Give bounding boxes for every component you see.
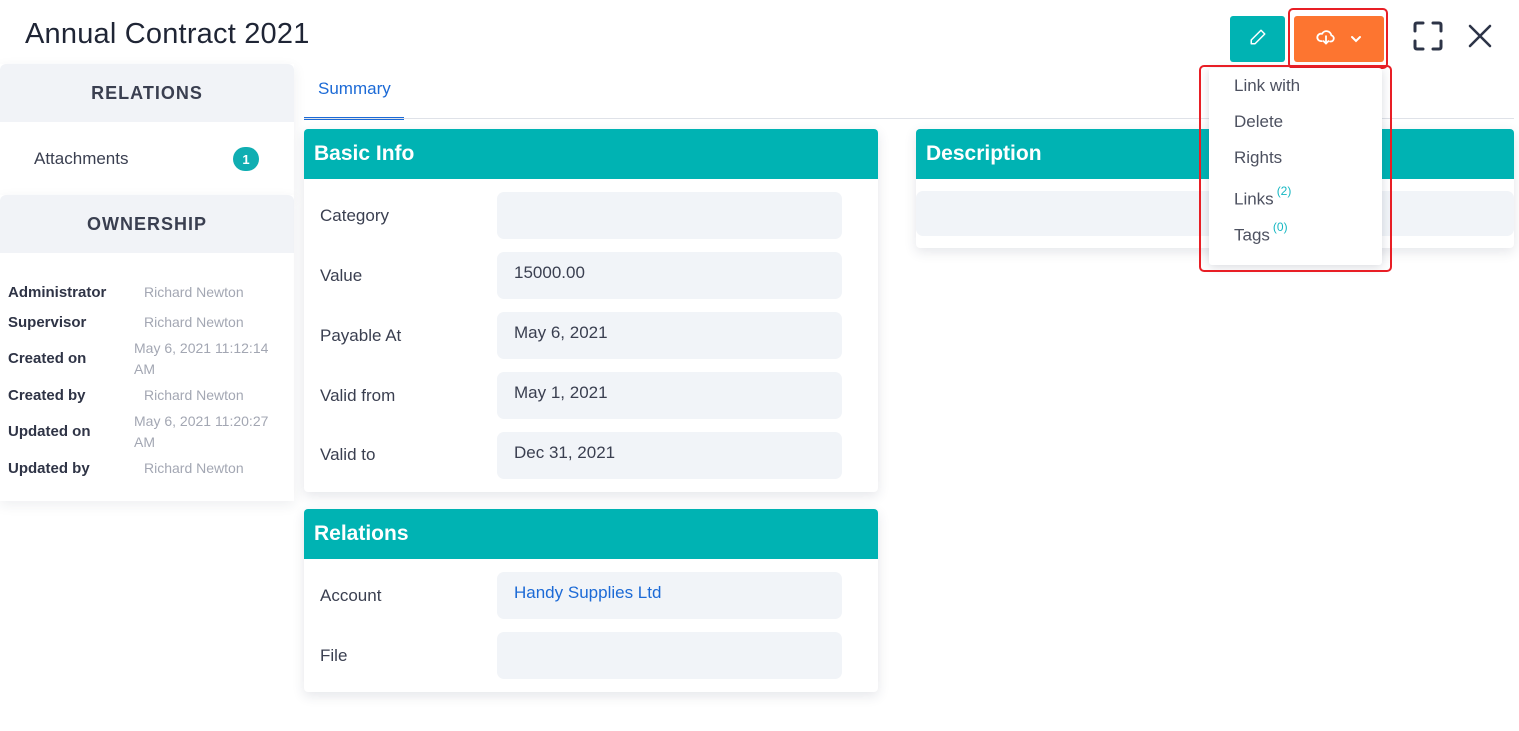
menu-item-label: Link with bbox=[1234, 76, 1301, 95]
actions-dropdown-button[interactable] bbox=[1294, 16, 1384, 62]
relations-card: Relations Account Handy Supplies Ltd Fil… bbox=[304, 509, 878, 692]
attachments-label: Attachments bbox=[34, 148, 129, 168]
chevron-down-icon bbox=[1350, 30, 1362, 48]
valid-to-value[interactable]: Dec 31, 2021 bbox=[497, 432, 842, 479]
field-label: Category bbox=[320, 206, 389, 225]
category-value[interactable] bbox=[497, 192, 842, 239]
ownership-key: Supervisor bbox=[8, 313, 87, 331]
ownership-row: Updated on May 6, 2021 11:20:27 AM bbox=[8, 410, 294, 453]
ownership-key: Updated by bbox=[8, 459, 90, 477]
field-label: Valid to bbox=[320, 445, 376, 464]
sidebar: RELATIONS Attachments 1 OWNERSHIP Admini… bbox=[0, 64, 294, 501]
ownership-row: Administrator Richard Newton bbox=[8, 277, 294, 307]
field-value: Value 15000.00 bbox=[304, 239, 878, 299]
ownership-row: Supervisor Richard Newton bbox=[8, 307, 294, 337]
field-label: File bbox=[320, 646, 348, 665]
menu-item-label: Links bbox=[1234, 189, 1274, 209]
ownership-row: Created by Richard Newton bbox=[8, 380, 294, 410]
ownership-row: Created on May 6, 2021 11:12:14 AM bbox=[8, 337, 294, 380]
file-value[interactable] bbox=[497, 632, 842, 679]
relations-heading: RELATIONS bbox=[0, 64, 294, 122]
ownership-value: Richard Newton bbox=[144, 386, 244, 403]
ownership-key: Updated on bbox=[8, 423, 91, 440]
ownership-key: Created on bbox=[8, 350, 87, 367]
ownership-value: Richard Newton bbox=[144, 459, 244, 476]
fullscreen-button[interactable] bbox=[1410, 20, 1446, 56]
ownership-panel: OWNERSHIP Administrator Richard Newton S… bbox=[0, 195, 294, 501]
account-link[interactable]: Handy Supplies Ltd bbox=[497, 572, 842, 619]
field-valid-from: Valid from May 1, 2021 bbox=[304, 359, 878, 419]
payable-at-value[interactable]: May 6, 2021 bbox=[497, 312, 842, 359]
menu-item-rights[interactable]: Rights bbox=[1209, 146, 1382, 182]
ownership-key: Created by bbox=[8, 386, 86, 404]
ownership-value: May 6, 2021 11:12:14 AM bbox=[134, 339, 269, 377]
field-category: Category bbox=[304, 179, 878, 239]
field-valid-to: Valid to Dec 31, 2021 bbox=[304, 419, 878, 479]
cloud-download-icon bbox=[1316, 28, 1336, 51]
valid-from-value[interactable]: May 1, 2021 bbox=[497, 372, 842, 419]
value-value[interactable]: 15000.00 bbox=[497, 252, 842, 299]
pencil-icon bbox=[1249, 28, 1267, 51]
field-label: Value bbox=[320, 266, 363, 285]
attachments-count-badge: 1 bbox=[233, 147, 259, 171]
relations-heading: Relations bbox=[304, 509, 878, 559]
field-label: Valid from bbox=[320, 386, 396, 405]
page-title: Annual Contract 2021 bbox=[25, 18, 310, 50]
relations-panel: RELATIONS Attachments 1 bbox=[0, 64, 294, 195]
ownership-value: Richard Newton bbox=[144, 313, 244, 330]
menu-item-label: Delete bbox=[1234, 112, 1284, 131]
menu-item-delete[interactable]: Delete bbox=[1209, 110, 1382, 146]
menu-item-label: Tags bbox=[1234, 225, 1270, 245]
ownership-row: Updated by Richard Newton bbox=[8, 453, 294, 483]
field-file: File bbox=[304, 619, 878, 679]
field-payable-at: Payable At May 6, 2021 bbox=[304, 299, 878, 359]
basic-info-heading: Basic Info bbox=[304, 129, 878, 179]
ownership-value: May 6, 2021 11:20:27 AM bbox=[134, 412, 269, 450]
ownership-value: Richard Newton bbox=[144, 283, 244, 300]
menu-item-tags[interactable]: Tags (0) bbox=[1209, 218, 1382, 254]
menu-item-link-with[interactable]: Link with bbox=[1209, 74, 1382, 110]
ownership-key: Administrator bbox=[8, 283, 107, 301]
tags-count: (0) bbox=[1272, 220, 1288, 234]
basic-info-card: Basic Info Category Value 15000.00 Payab… bbox=[304, 129, 878, 492]
field-account: Account Handy Supplies Ltd bbox=[304, 559, 878, 619]
close-icon bbox=[1467, 23, 1493, 54]
ownership-heading: OWNERSHIP bbox=[0, 195, 294, 253]
field-label: Payable At bbox=[320, 326, 402, 345]
actions-menu: Link with Delete Rights Links (2) Tags (0) bbox=[1209, 68, 1382, 265]
field-label: Account bbox=[320, 586, 382, 605]
close-button[interactable] bbox=[1462, 20, 1498, 56]
links-count: (2) bbox=[1276, 184, 1292, 198]
menu-item-label: Rights bbox=[1234, 148, 1283, 167]
edit-button[interactable] bbox=[1230, 16, 1285, 62]
menu-item-links[interactable]: Links (2) bbox=[1209, 182, 1382, 218]
tab-summary[interactable]: Summary bbox=[304, 73, 404, 120]
attachments-item[interactable]: Attachments 1 bbox=[0, 122, 294, 195]
ownership-list: Administrator Richard Newton Supervisor … bbox=[0, 253, 294, 501]
fullscreen-icon bbox=[1412, 20, 1444, 57]
